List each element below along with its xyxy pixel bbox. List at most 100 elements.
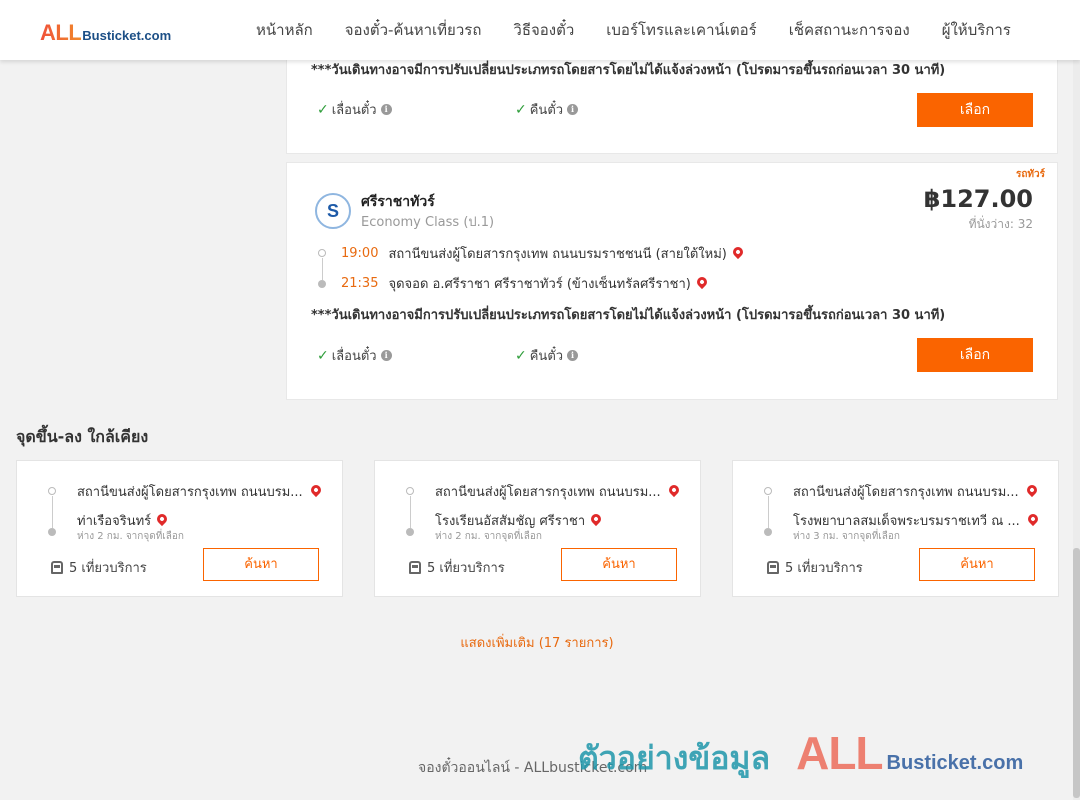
- map-pin-icon[interactable]: [730, 244, 745, 259]
- ticket-price: ฿127.00: [923, 185, 1033, 213]
- route-line: [322, 258, 323, 280]
- nearby-to-label: โรงเรียนอัสสัมชัญ ศรีราชา: [435, 514, 586, 529]
- nearby-trips: 5 เที่ยวบริการ: [409, 557, 505, 578]
- nearby-from: สถานีขนส่งผู้โดยสารกรุงเทพ ถนนบรม...: [793, 481, 1039, 502]
- nearby-card: สถานีขนส่งผู้โดยสารกรุงเทพ ถนนบรม... ท่า…: [16, 460, 343, 597]
- trip-notice: ***วันเดินทางอาจมีการปรับเปลี่ยนประเภทรถ…: [311, 308, 946, 323]
- arrival-time: 21:35: [341, 276, 379, 291]
- watermark-logo-rest: Busticket.com: [886, 752, 1024, 774]
- nearby-from-label: สถานีขนส่งผู้โดยสารกรุงเทพ ถนนบรม...: [793, 485, 1019, 500]
- scrollbar-thumb[interactable]: [1073, 548, 1080, 798]
- feature-label: คืนตั๋ว: [529, 349, 564, 364]
- route-start-dot: [764, 487, 772, 495]
- info-icon[interactable]: i: [567, 104, 579, 115]
- route-end-dot: [318, 280, 326, 288]
- departure-time: 19:00: [341, 246, 379, 261]
- map-pin-icon[interactable]: [589, 511, 604, 526]
- seats-available: ที่นั่งว่าง: 32: [968, 217, 1033, 231]
- check-icon: ✓: [515, 101, 527, 118]
- feature-refund: ✓ คืนตั๋ว i: [515, 99, 579, 120]
- nearby-search-button[interactable]: ค้นหา: [203, 548, 319, 581]
- site-logo[interactable]: ALL Busticket.com: [40, 20, 171, 46]
- operator-logo: S: [315, 193, 351, 229]
- nearby-from-label: สถานีขนส่งผู้โดยสารกรุงเทพ ถนนบรม...: [77, 485, 303, 500]
- feature-reschedule: ✓ เลื่อนตั๋ว i: [317, 99, 392, 120]
- nearby-to: โรงเรียนอัสสัมชัญ ศรีราชา: [435, 510, 604, 531]
- arrival-place: จุดจอด อ.ศรีราชา ศรีราชาทัวร์ (ข้างเซ็นท…: [388, 277, 691, 292]
- route-line: [768, 496, 769, 528]
- operator-logo-icon: S: [326, 200, 339, 221]
- route-start-dot: [48, 487, 56, 495]
- feature-label: เลื่อนตั๋ว: [331, 349, 377, 364]
- nearby-trips-label: 5 เที่ยวบริการ: [785, 561, 863, 576]
- select-button[interactable]: เลือก: [917, 338, 1033, 372]
- nearby-trips: 5 เที่ยวบริการ: [767, 557, 863, 578]
- nearby-title: จุดขึ้น-ลง ใกล้เคียง: [16, 427, 149, 446]
- nearby-search-button[interactable]: ค้นหา: [561, 548, 677, 581]
- nearby-to-label: ท่าเรือจรินทร์: [77, 514, 152, 529]
- info-icon[interactable]: i: [567, 350, 579, 361]
- top-header: ALL Busticket.com หน้าหลัก จองตั๋ว-ค้นหา…: [0, 0, 1080, 60]
- map-pin-icon[interactable]: [694, 274, 709, 289]
- nearby-from: สถานีขนส่งผู้โดยสารกรุงเทพ ถนนบรม...: [77, 481, 323, 502]
- bus-class: Economy Class (ป.1): [361, 215, 495, 230]
- nav-home[interactable]: หน้าหลัก: [256, 18, 313, 42]
- nav-book-search[interactable]: จองตั๋ว-ค้นหาเที่ยวรถ: [345, 18, 482, 42]
- footer-text: จองตั๋วออนไลน์ - ALLbusticket.com: [418, 760, 648, 776]
- operator-name: ศรีราชาทัวร์: [361, 194, 435, 210]
- nearby-distance: ห่าง 2 กม. จากจุดที่เลือก: [435, 531, 542, 542]
- bus-type-tag: รถทัวร์: [1015, 169, 1045, 180]
- check-icon: ✓: [317, 101, 329, 118]
- departure-place: สถานีขนส่งผู้โดยสารกรุงเทพ ถนนบรมราชชนนี…: [388, 247, 727, 262]
- map-pin-icon[interactable]: [1025, 511, 1040, 526]
- nearby-trips-label: 5 เที่ยวบริการ: [69, 561, 147, 576]
- feature-label: คืนตั๋ว: [529, 103, 564, 118]
- nearby-trips: 5 เที่ยวบริการ: [51, 557, 147, 578]
- feature-reschedule: ✓ เลื่อนตั๋ว i: [317, 345, 392, 366]
- nearby-from: สถานีขนส่งผู้โดยสารกรุงเทพ ถนนบรม...: [435, 481, 681, 502]
- watermark-logo-all: ALL: [796, 727, 883, 779]
- route-line: [52, 496, 53, 528]
- nav-how-to-book[interactable]: วิธีจองตั๋ว: [513, 18, 574, 42]
- nearby-trips-label: 5 เที่ยวบริการ: [427, 561, 505, 576]
- info-icon[interactable]: i: [380, 350, 392, 361]
- feature-refund: ✓ คืนตั๋ว i: [515, 345, 579, 366]
- feature-label: เลื่อนตั๋ว: [331, 103, 377, 118]
- departure-row: 19:00 สถานีขนส่งผู้โดยสารกรุงเทพ ถนนบรมร…: [341, 243, 745, 264]
- nearby-from-label: สถานีขนส่งผู้โดยสารกรุงเทพ ถนนบรม...: [435, 485, 661, 500]
- map-pin-icon[interactable]: [1024, 482, 1039, 497]
- select-button[interactable]: เลือก: [917, 93, 1033, 127]
- route-start-dot: [318, 249, 326, 257]
- nearby-to: โรงพยาบาลสมเด็จพระบรมราชเทวี ณ ...: [793, 510, 1040, 531]
- map-pin-icon[interactable]: [155, 511, 170, 526]
- show-more-link[interactable]: แสดงเพิ่มเติม (17 รายการ): [0, 632, 1074, 653]
- info-icon[interactable]: i: [380, 104, 392, 115]
- map-pin-icon[interactable]: [308, 482, 323, 497]
- route-end-dot: [764, 528, 772, 536]
- logo-rest-text: Busticket.com: [82, 28, 172, 43]
- trip-card: รถทัวร์ S ศรีราชาทัวร์ Economy Class (ป.…: [286, 162, 1058, 400]
- main-nav: หน้าหลัก จองตั๋ว-ค้นหาเที่ยวรถ วิธีจองตั…: [240, 0, 1027, 60]
- nearby-distance: ห่าง 3 กม. จากจุดที่เลือก: [793, 531, 900, 542]
- route-start-dot: [406, 487, 414, 495]
- nearby-search-button[interactable]: ค้นหา: [919, 548, 1035, 581]
- check-icon: ✓: [515, 347, 527, 364]
- nearby-to-label: โรงพยาบาลสมเด็จพระบรมราชเทวี ณ ...: [793, 514, 1020, 529]
- arrival-row: 21:35 จุดจอด อ.ศรีราชา ศรีราชาทัวร์ (ข้า…: [341, 273, 709, 294]
- route-end-dot: [406, 528, 414, 536]
- nav-phone-counters[interactable]: เบอร์โทรและเคาน์เตอร์: [606, 18, 756, 42]
- nearby-card: สถานีขนส่งผู้โดยสารกรุงเทพ ถนนบรม... โรง…: [732, 460, 1059, 597]
- nearby-distance: ห่าง 2 กม. จากจุดที่เลือก: [77, 531, 184, 542]
- trip-notice: ***วันเดินทางอาจมีการปรับเปลี่ยนประเภทรถ…: [311, 63, 946, 78]
- bus-icon: [51, 561, 63, 574]
- nav-check-booking[interactable]: เช็คสถานะการจอง: [789, 18, 910, 42]
- map-pin-icon[interactable]: [666, 482, 681, 497]
- bus-icon: [767, 561, 779, 574]
- nav-operators[interactable]: ผู้ให้บริการ: [942, 18, 1011, 42]
- logo-all-text: ALL: [40, 20, 82, 45]
- nearby-to: ท่าเรือจรินทร์: [77, 510, 170, 531]
- route-end-dot: [48, 528, 56, 536]
- route-line: [410, 496, 411, 528]
- nearby-card: สถานีขนส่งผู้โดยสารกรุงเทพ ถนนบรม... โรง…: [374, 460, 701, 597]
- bus-icon: [409, 561, 421, 574]
